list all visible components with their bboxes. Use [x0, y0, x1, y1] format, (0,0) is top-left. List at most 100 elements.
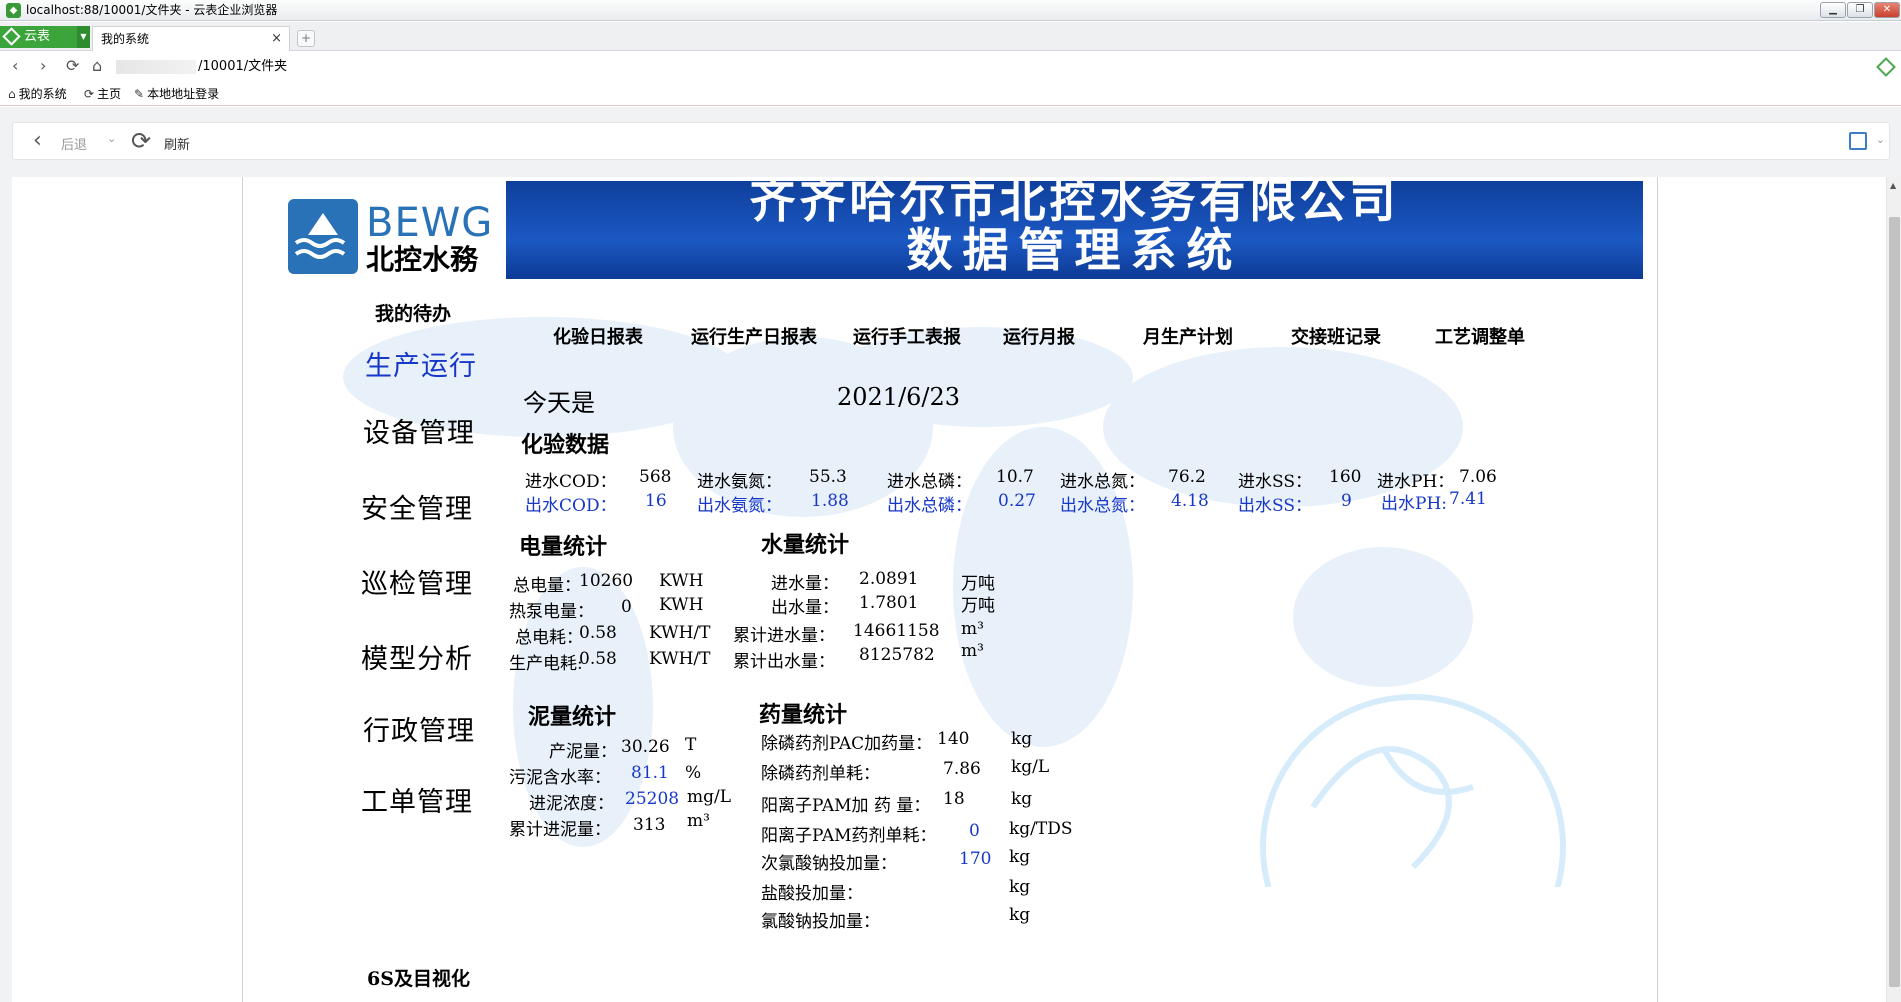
lab-value: 1.88	[811, 491, 849, 511]
chem-value: 170	[959, 849, 992, 869]
lab-label: 出水总磷：	[887, 496, 972, 516]
chem-value: 140	[937, 729, 970, 749]
window-title: localhost:88/10001/文件夹 - 云表企业浏览器	[26, 3, 278, 17]
sludge-value: 81.1	[631, 763, 669, 783]
lab-value: 4.18	[1171, 491, 1209, 511]
lab-label: 进水COD：	[525, 472, 617, 492]
chem-unit: kg	[1011, 789, 1033, 809]
address-bar[interactable]: /10001/文件夹	[116, 57, 716, 77]
tab-production-daily[interactable]: 运行生产日报表	[691, 323, 817, 349]
title-banner: 齐齐哈尔市北控水务有限公司 数据管理系统	[506, 177, 1643, 279]
nav-forward-icon[interactable]: ›	[40, 56, 46, 76]
sidebar-item-equipment[interactable]: 设备管理	[363, 411, 475, 450]
back-arrow-icon[interactable]: ‹	[33, 129, 42, 153]
water-value: 14661158	[853, 621, 940, 641]
url-text: /10001/文件夹	[198, 59, 288, 74]
sludge-label: 产泥量：	[549, 742, 617, 762]
system-name: 数据管理系统	[906, 223, 1243, 277]
tab-monthly-report[interactable]: 运行月报	[1003, 323, 1075, 349]
lab-value: 160	[1329, 467, 1362, 487]
water-stats-title: 水量统计	[761, 532, 850, 558]
logo-en-text: BEWG	[366, 200, 494, 246]
bookmark-homepage[interactable]: ⟳ 主页	[84, 82, 121, 106]
power-label: 热泵电量：	[509, 602, 594, 622]
refresh-icon: ⟳	[84, 87, 95, 101]
close-window-button[interactable]: ✕	[1874, 2, 1900, 18]
sludge-unit: T	[685, 735, 697, 755]
lab-value: 7.41	[1449, 489, 1487, 509]
sidebar-item-inspection[interactable]: 巡检管理	[361, 562, 473, 601]
lab-label: 出水COD：	[525, 496, 617, 516]
today-date: 2021/6/23	[837, 383, 961, 411]
power-value: 10260	[579, 571, 634, 591]
chem-label: 除磷药剂PAC加药量：	[761, 734, 933, 754]
new-tab-button[interactable]: +	[297, 30, 315, 47]
tab-lab-daily[interactable]: 化验日报表	[553, 323, 643, 349]
bookmark-local-login[interactable]: ✎ 本地地址登录	[134, 82, 219, 106]
back-dropdown-icon[interactable]: ⌄	[107, 132, 116, 145]
sidebar-item-6s[interactable]: 6S及目视化	[367, 964, 470, 991]
lab-value: 16	[645, 491, 667, 511]
water-value: 2.0891	[859, 569, 919, 589]
scrollbar-thumb[interactable]	[1889, 217, 1900, 987]
brand-dropdown-icon[interactable]: ▼	[77, 26, 90, 48]
chem-value: 7.86	[943, 759, 981, 779]
sludge-label: 进泥浓度：	[529, 794, 614, 814]
window-titlebar: ◆ localhost:88/10001/文件夹 - 云表企业浏览器 ▁ ❐ ✕	[0, 0, 1901, 21]
tab-shift-record[interactable]: 交接班记录	[1291, 323, 1381, 349]
tab-my-system[interactable]: 我的系统 ×	[92, 26, 290, 51]
power-stats-title: 电量统计	[519, 534, 608, 560]
back-button[interactable]: 后退	[61, 134, 87, 153]
refresh-button[interactable]: 刷新	[164, 134, 190, 153]
sidebar-item-workorder[interactable]: 工单管理	[361, 780, 473, 819]
sidebar-item-production[interactable]: 生产运行	[365, 344, 477, 383]
sidebar-item-model[interactable]: 模型分析	[361, 637, 473, 676]
dashboard-frame: BEWG 北控水務 齐齐哈尔市北控水务有限公司 数据管理系统 我的待办 生产运行…	[242, 177, 1658, 1002]
copy-icon[interactable]	[1849, 132, 1867, 150]
chem-stats-title: 药量统计	[759, 702, 848, 728]
extension-icon[interactable]	[1876, 57, 1896, 77]
refresh-icon[interactable]: ⟳	[131, 128, 151, 154]
reload-icon[interactable]: ⟳	[66, 56, 79, 76]
toolbar-dropdown-icon[interactable]: ⌄	[1876, 133, 1885, 146]
lab-label: 进水氨氮：	[697, 472, 782, 492]
tab-manual-report[interactable]: 运行手工表报	[853, 323, 961, 349]
tab-monthly-plan[interactable]: 月生产计划	[1143, 323, 1233, 349]
lab-label: 出水SS：	[1238, 496, 1312, 516]
home-icon: ⌂	[8, 87, 16, 101]
vertical-scrollbar[interactable]: ▲	[1886, 177, 1901, 1002]
water-label: 累计出水量：	[733, 652, 835, 672]
chem-label: 阳离子PAM药剂单耗：	[761, 826, 937, 846]
water-value: 8125782	[859, 645, 935, 665]
chem-label: 次氯酸钠投加量：	[761, 854, 897, 874]
minimize-button[interactable]: ▁	[1820, 2, 1846, 18]
restore-button[interactable]: ❐	[1847, 2, 1873, 18]
lab-data-title: 化验数据	[521, 432, 610, 458]
sludge-label: 污泥含水率：	[509, 768, 611, 788]
water-unit: 万吨	[961, 596, 995, 616]
lab-value: 0.27	[998, 491, 1036, 511]
chem-label: 盐酸投加量：	[761, 884, 863, 904]
browser-logo-icon: ◆	[6, 3, 21, 18]
nav-back-icon[interactable]: ‹	[12, 56, 18, 76]
lab-value: 7.06	[1459, 467, 1497, 487]
water-label: 累计进水量：	[733, 626, 835, 646]
power-value: 0.58	[579, 649, 617, 669]
sludge-unit: m³	[687, 811, 710, 831]
tab-process-adjust[interactable]: 工艺调整单	[1435, 323, 1525, 349]
logo-emblem	[288, 199, 358, 274]
sidebar-item-admin[interactable]: 行政管理	[363, 709, 475, 748]
brand-menu-button[interactable]: 云表 ▼	[0, 26, 90, 48]
power-unit: KWH	[659, 571, 704, 591]
company-name: 齐齐哈尔市北控水务有限公司	[749, 174, 1400, 228]
sidebar-item-safety[interactable]: 安全管理	[361, 487, 473, 526]
lab-label: 进水总磷：	[887, 472, 972, 492]
tab-close-icon[interactable]: ×	[271, 27, 282, 51]
lab-value: 55.3	[809, 467, 847, 487]
power-label: 总电量：	[513, 576, 581, 596]
bookmark-my-system[interactable]: ⌂ 我的系统	[8, 82, 67, 106]
water-unit: m³	[961, 619, 984, 639]
scroll-up-icon[interactable]: ▲	[1890, 181, 1896, 190]
my-todo-link[interactable]: 我的待办	[375, 299, 451, 326]
home-icon[interactable]: ⌂	[92, 56, 102, 76]
